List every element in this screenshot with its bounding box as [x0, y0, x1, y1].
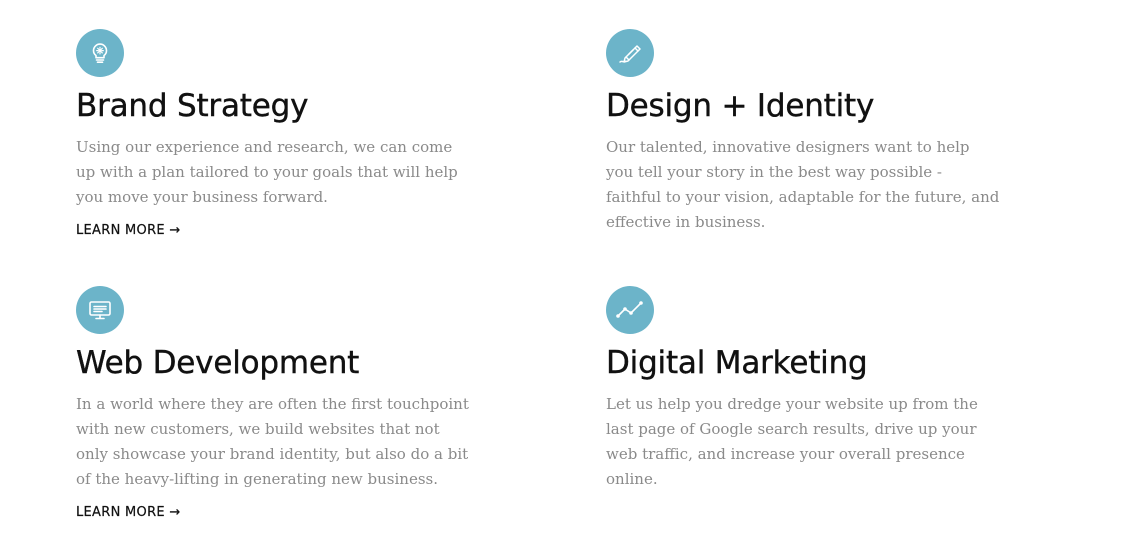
- service-brand-strategy: Brand Strategy Using our experience and …: [76, 29, 476, 241]
- service-description: Our talented, innovative designers want …: [606, 138, 1000, 231]
- service-title: Brand Strategy: [76, 88, 309, 124]
- line-graph-icon: [606, 286, 654, 334]
- learn-more-link[interactable]: LEARN MORE →: [76, 221, 181, 241]
- service-title: Design + Identity: [606, 88, 875, 124]
- service-title: Web Development: [76, 345, 360, 381]
- service-design-identity: Design + Identity Our talented, innovati…: [606, 29, 1006, 235]
- service-title: Digital Marketing: [606, 345, 868, 381]
- service-description: Let us help you dredge your website up f…: [606, 395, 978, 488]
- service-digital-marketing: Digital Marketing Let us help you dredge…: [606, 286, 1006, 492]
- service-description: Using our experience and research, we ca…: [76, 138, 458, 206]
- service-web-development: Web Development In a world where they ar…: [76, 286, 476, 523]
- lightbulb-icon: [76, 29, 124, 77]
- pencil-icon: [606, 29, 654, 77]
- service-description: In a world where they are often the firs…: [76, 395, 469, 488]
- monitor-icon: [76, 286, 124, 334]
- learn-more-link[interactable]: LEARN MORE →: [76, 503, 181, 523]
